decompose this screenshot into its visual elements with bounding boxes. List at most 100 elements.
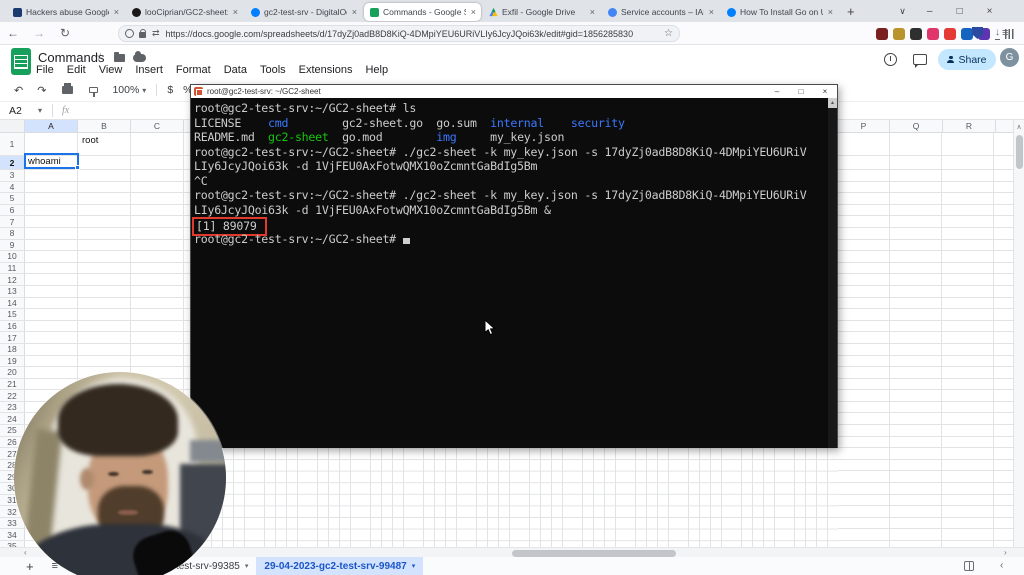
name-box[interactable]: A2: [9, 105, 35, 117]
row-cells[interactable]: [25, 285, 191, 297]
extension-mask[interactable]: [876, 27, 888, 40]
row-header-1[interactable]: 1: [0, 133, 25, 155]
row-header-7[interactable]: 7: [0, 216, 25, 227]
column-header-blank[interactable]: [0, 120, 25, 133]
url-text[interactable]: https://docs.google.com/spreadsheets/d/1…: [166, 29, 660, 39]
grid-middle[interactable]: [190, 448, 838, 547]
row-header-25[interactable]: 25: [0, 425, 25, 436]
row-header-6[interactable]: 6: [0, 204, 25, 216]
tab-close-icon[interactable]: ×: [585, 7, 600, 17]
browser-tab[interactable]: gc2-test-srv - DigitalOcean×: [245, 3, 362, 21]
grid-right[interactable]: PQR: [838, 120, 1014, 547]
menu-icon[interactable]: ≡: [1002, 27, 1008, 39]
row-header-12[interactable]: 12: [0, 274, 25, 285]
row-cells[interactable]: [25, 274, 191, 285]
row-header-9[interactable]: 9: [0, 239, 25, 251]
column-header-C[interactable]: C: [131, 120, 184, 133]
menu-file[interactable]: File: [36, 64, 54, 76]
row-header-14[interactable]: 14: [0, 297, 25, 309]
menu-format[interactable]: Format: [176, 64, 211, 76]
row-header-21[interactable]: 21: [0, 378, 25, 390]
browser-tab[interactable]: Exfil - Google Drive ×: [483, 3, 600, 21]
format-currency-button[interactable]: $: [167, 84, 173, 96]
terminal-maximize-button[interactable]: □: [789, 87, 813, 96]
terminal-minimize-button[interactable]: –: [765, 87, 789, 96]
tab-close-icon[interactable]: ×: [704, 7, 719, 17]
browser-tab[interactable]: Commands - Google Sheets×: [364, 3, 481, 21]
row-cells[interactable]: [25, 133, 191, 155]
row-cells[interactable]: [25, 320, 191, 332]
row-cells[interactable]: [25, 204, 191, 216]
row-cells[interactable]: [25, 170, 191, 181]
bookmark-star-icon[interactable]: ☆: [664, 28, 673, 39]
row-cells[interactable]: [25, 239, 191, 251]
document-title[interactable]: Commands: [38, 50, 104, 65]
row-header-11[interactable]: 11: [0, 262, 25, 274]
undo-icon[interactable]: ↶: [14, 84, 23, 97]
row-header-34[interactable]: 34: [0, 529, 25, 540]
row-header-22[interactable]: 22: [0, 390, 25, 401]
row-cells[interactable]: [25, 227, 191, 239]
fill-handle[interactable]: [75, 165, 80, 170]
list-all-tabs-icon[interactable]: ∨: [891, 6, 915, 17]
row-cells[interactable]: [25, 251, 191, 262]
tab-close-icon[interactable]: ×: [347, 7, 362, 17]
menu-help[interactable]: Help: [365, 64, 388, 76]
version-history-icon[interactable]: [884, 53, 897, 66]
move-folder-icon[interactable]: [114, 52, 125, 62]
row-header-18[interactable]: 18: [0, 343, 25, 355]
redo-icon[interactable]: ↷: [37, 84, 46, 97]
terminal-scrollbar[interactable]: [828, 98, 837, 448]
row-cells[interactable]: [25, 181, 191, 193]
sheet-tab[interactable]: 29-04-2023-gc2-test-srv-99487 ▾: [256, 557, 424, 575]
row-header-19[interactable]: 19: [0, 355, 25, 367]
tab-close-icon[interactable]: ×: [466, 7, 481, 17]
window-maximize-button[interactable]: □: [945, 6, 975, 17]
terminal-title-bar[interactable]: root@gc2-test-srv: ~/GC2-sheet – □ ×: [191, 85, 837, 98]
avatar[interactable]: G: [1000, 48, 1019, 67]
window-close-button[interactable]: ×: [975, 6, 1005, 17]
column-header-Q[interactable]: Q: [890, 120, 943, 133]
extension-dark[interactable]: [910, 27, 922, 40]
reload-icon[interactable]: ↻: [52, 26, 78, 40]
row-cells[interactable]: [25, 355, 191, 367]
share-button[interactable]: Share: [938, 49, 996, 70]
row-header-23[interactable]: 23: [0, 401, 25, 413]
row-header-13[interactable]: 13: [0, 285, 25, 297]
zoom-select[interactable]: 100%: [112, 84, 139, 96]
sheet-tab-menu-icon[interactable]: ▾: [412, 562, 416, 570]
extension-csp[interactable]: [927, 27, 939, 40]
row-header-20[interactable]: 20: [0, 367, 25, 378]
column-header-[interactable]: [996, 120, 1014, 133]
sheet-tab-menu-icon[interactable]: ▾: [245, 562, 249, 570]
row-header-24[interactable]: 24: [0, 413, 25, 425]
row-header-33[interactable]: 33: [0, 517, 25, 529]
browser-tab[interactable]: looCiprian/GC2-sheet: GC2 is a×: [126, 3, 243, 21]
downloads-icon[interactable]: ↓: [995, 27, 1000, 40]
row-header-17[interactable]: 17: [0, 332, 25, 343]
back-icon[interactable]: ←: [0, 26, 26, 40]
browser-tab[interactable]: Hackers abuse Google Comma×: [7, 3, 124, 21]
paint-format-icon[interactable]: [89, 87, 99, 97]
row-cells[interactable]: [25, 216, 191, 227]
column-header-B[interactable]: B: [78, 120, 131, 133]
row-cells[interactable]: [25, 332, 191, 343]
tab-close-icon[interactable]: ×: [823, 7, 838, 17]
lock-icon[interactable]: [139, 28, 146, 38]
side-panel-icon[interactable]: [964, 560, 974, 571]
terminal-body[interactable]: root@gc2-test-srv:~/GC2-sheet# lsLICENSE…: [191, 98, 837, 448]
horizontal-scroll-thumb[interactable]: [512, 549, 676, 557]
terminal-close-button[interactable]: ×: [813, 87, 837, 96]
row-cells[interactable]: [25, 262, 191, 274]
browser-tab[interactable]: Service accounts – IAM & Adm×: [602, 3, 719, 21]
row-header-2[interactable]: 2: [0, 156, 25, 169]
column-header-A[interactable]: A: [25, 120, 78, 133]
menu-view[interactable]: View: [99, 64, 123, 76]
comments-icon[interactable]: [913, 54, 927, 68]
row-header-5[interactable]: 5: [0, 193, 25, 204]
terminal-window[interactable]: root@gc2-test-srv: ~/GC2-sheet – □ × roo…: [190, 84, 838, 448]
extension-red[interactable]: [944, 27, 956, 40]
menu-tools[interactable]: Tools: [260, 64, 286, 76]
row-header-15[interactable]: 15: [0, 309, 25, 320]
vertical-scrollbar[interactable]: ∧: [1013, 120, 1024, 547]
